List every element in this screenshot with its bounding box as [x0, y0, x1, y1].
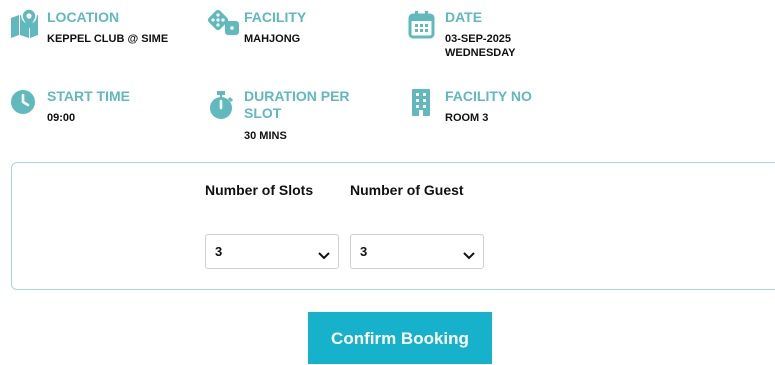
facility-label: FACILITY — [244, 9, 307, 25]
clock-icon — [10, 88, 40, 118]
date-value: 03-SEP-2025 — [445, 33, 512, 45]
guest-selected-value: 3 — [360, 244, 368, 259]
duration-label-line1: DURATION PER — [244, 88, 350, 104]
location-value: KEPPEL CLUB @ SIME — [47, 33, 169, 45]
slots-label: Number of Slots — [205, 182, 314, 198]
building-icon — [408, 88, 436, 118]
start-time-label: START TIME — [47, 88, 130, 104]
chevron-down-icon — [318, 247, 330, 265]
start-time-value: 09:00 — [47, 112, 76, 124]
booking-form-panel: Number of Slots Number of Guest 3 3 — [11, 162, 775, 290]
facility-value: MAHJONG — [244, 33, 301, 45]
stopwatch-icon — [207, 88, 237, 122]
slots-select[interactable]: 3 — [205, 234, 339, 269]
guest-select[interactable]: 3 — [350, 234, 484, 269]
duration-label: DURATION PER SLOT — [244, 88, 350, 122]
map-icon — [10, 9, 40, 39]
date-weekday: WEDNESDAY — [445, 47, 516, 59]
facility-no-value: ROOM 3 — [445, 112, 489, 124]
dice-icon — [207, 9, 241, 39]
confirm-booking-button[interactable]: Confirm Booking — [308, 312, 492, 364]
duration-value: 30 MINS — [244, 130, 287, 142]
location-label: LOCATION — [47, 9, 120, 25]
slots-selected-value: 3 — [215, 244, 223, 259]
facility-no-label: FACILITY NO — [445, 88, 532, 104]
date-label: DATE — [445, 9, 483, 25]
guest-label: Number of Guest — [350, 182, 464, 198]
duration-label-line2: SLOT — [244, 105, 282, 121]
chevron-down-icon — [463, 247, 475, 265]
calendar-icon — [408, 9, 436, 39]
